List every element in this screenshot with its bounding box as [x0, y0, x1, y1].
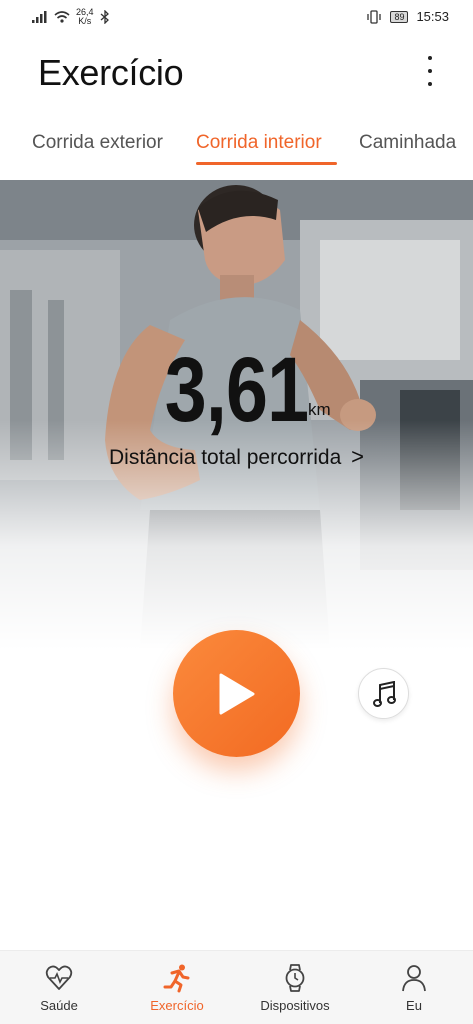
signal-icon — [32, 11, 47, 23]
status-left: 26,4 K/s — [32, 8, 110, 26]
watch-icon — [285, 964, 305, 992]
chevron-right-icon: > — [351, 444, 364, 469]
distance-value: 3,61 — [164, 339, 309, 441]
bottom-navigation: Saúde Exercício Dispositivos Eu — [0, 950, 473, 1024]
network-speed: 26,4 K/s — [76, 8, 94, 26]
wifi-icon — [54, 11, 70, 23]
start-workout-button[interactable] — [173, 630, 300, 757]
nav-item-dispositivos[interactable]: Dispositivos — [236, 951, 354, 1024]
bluetooth-icon — [100, 10, 109, 24]
tab-corrida-interior[interactable]: Corrida interior — [196, 132, 322, 154]
tab-corrida-exterior[interactable]: Corrida exterior — [32, 132, 163, 154]
person-icon — [402, 965, 426, 992]
vibrate-icon — [367, 9, 382, 24]
more-vertical-icon[interactable] — [423, 54, 437, 88]
nav-label-saude: Saúde — [40, 998, 78, 1013]
exercise-tabs: Corrida exterior Corrida interior Caminh… — [0, 128, 473, 168]
tab-caminhada[interactable]: Caminhada — [359, 132, 456, 154]
running-icon — [163, 964, 190, 993]
nav-item-exercicio[interactable]: Exercício — [118, 951, 236, 1024]
status-bar: 26,4 K/s 89 15:53 — [0, 0, 473, 34]
active-tab-indicator — [196, 162, 337, 165]
battery-indicator: 89 — [390, 10, 409, 23]
distance-unit: km — [308, 400, 331, 419]
clock: 15:53 — [416, 9, 449, 24]
network-speed-unit: K/s — [78, 16, 92, 26]
heart-pulse-icon — [45, 965, 73, 990]
play-icon — [219, 673, 255, 715]
distance-summary: 3,61 km — [0, 338, 473, 443]
page-title: Exercício — [38, 52, 184, 93]
nav-label-eu: Eu — [406, 998, 422, 1013]
nav-item-eu[interactable]: Eu — [355, 951, 473, 1024]
nav-label-exercicio: Exercício — [150, 998, 204, 1013]
status-right: 89 15:53 — [366, 9, 449, 24]
distance-label-link[interactable]: Distância total percorrida > — [0, 444, 473, 470]
nav-label-dispositivos: Dispositivos — [260, 998, 330, 1013]
music-note-icon — [373, 681, 396, 707]
music-button[interactable] — [358, 668, 409, 719]
distance-label: Distância total percorrida — [109, 446, 342, 469]
nav-item-saude[interactable]: Saúde — [0, 951, 118, 1024]
